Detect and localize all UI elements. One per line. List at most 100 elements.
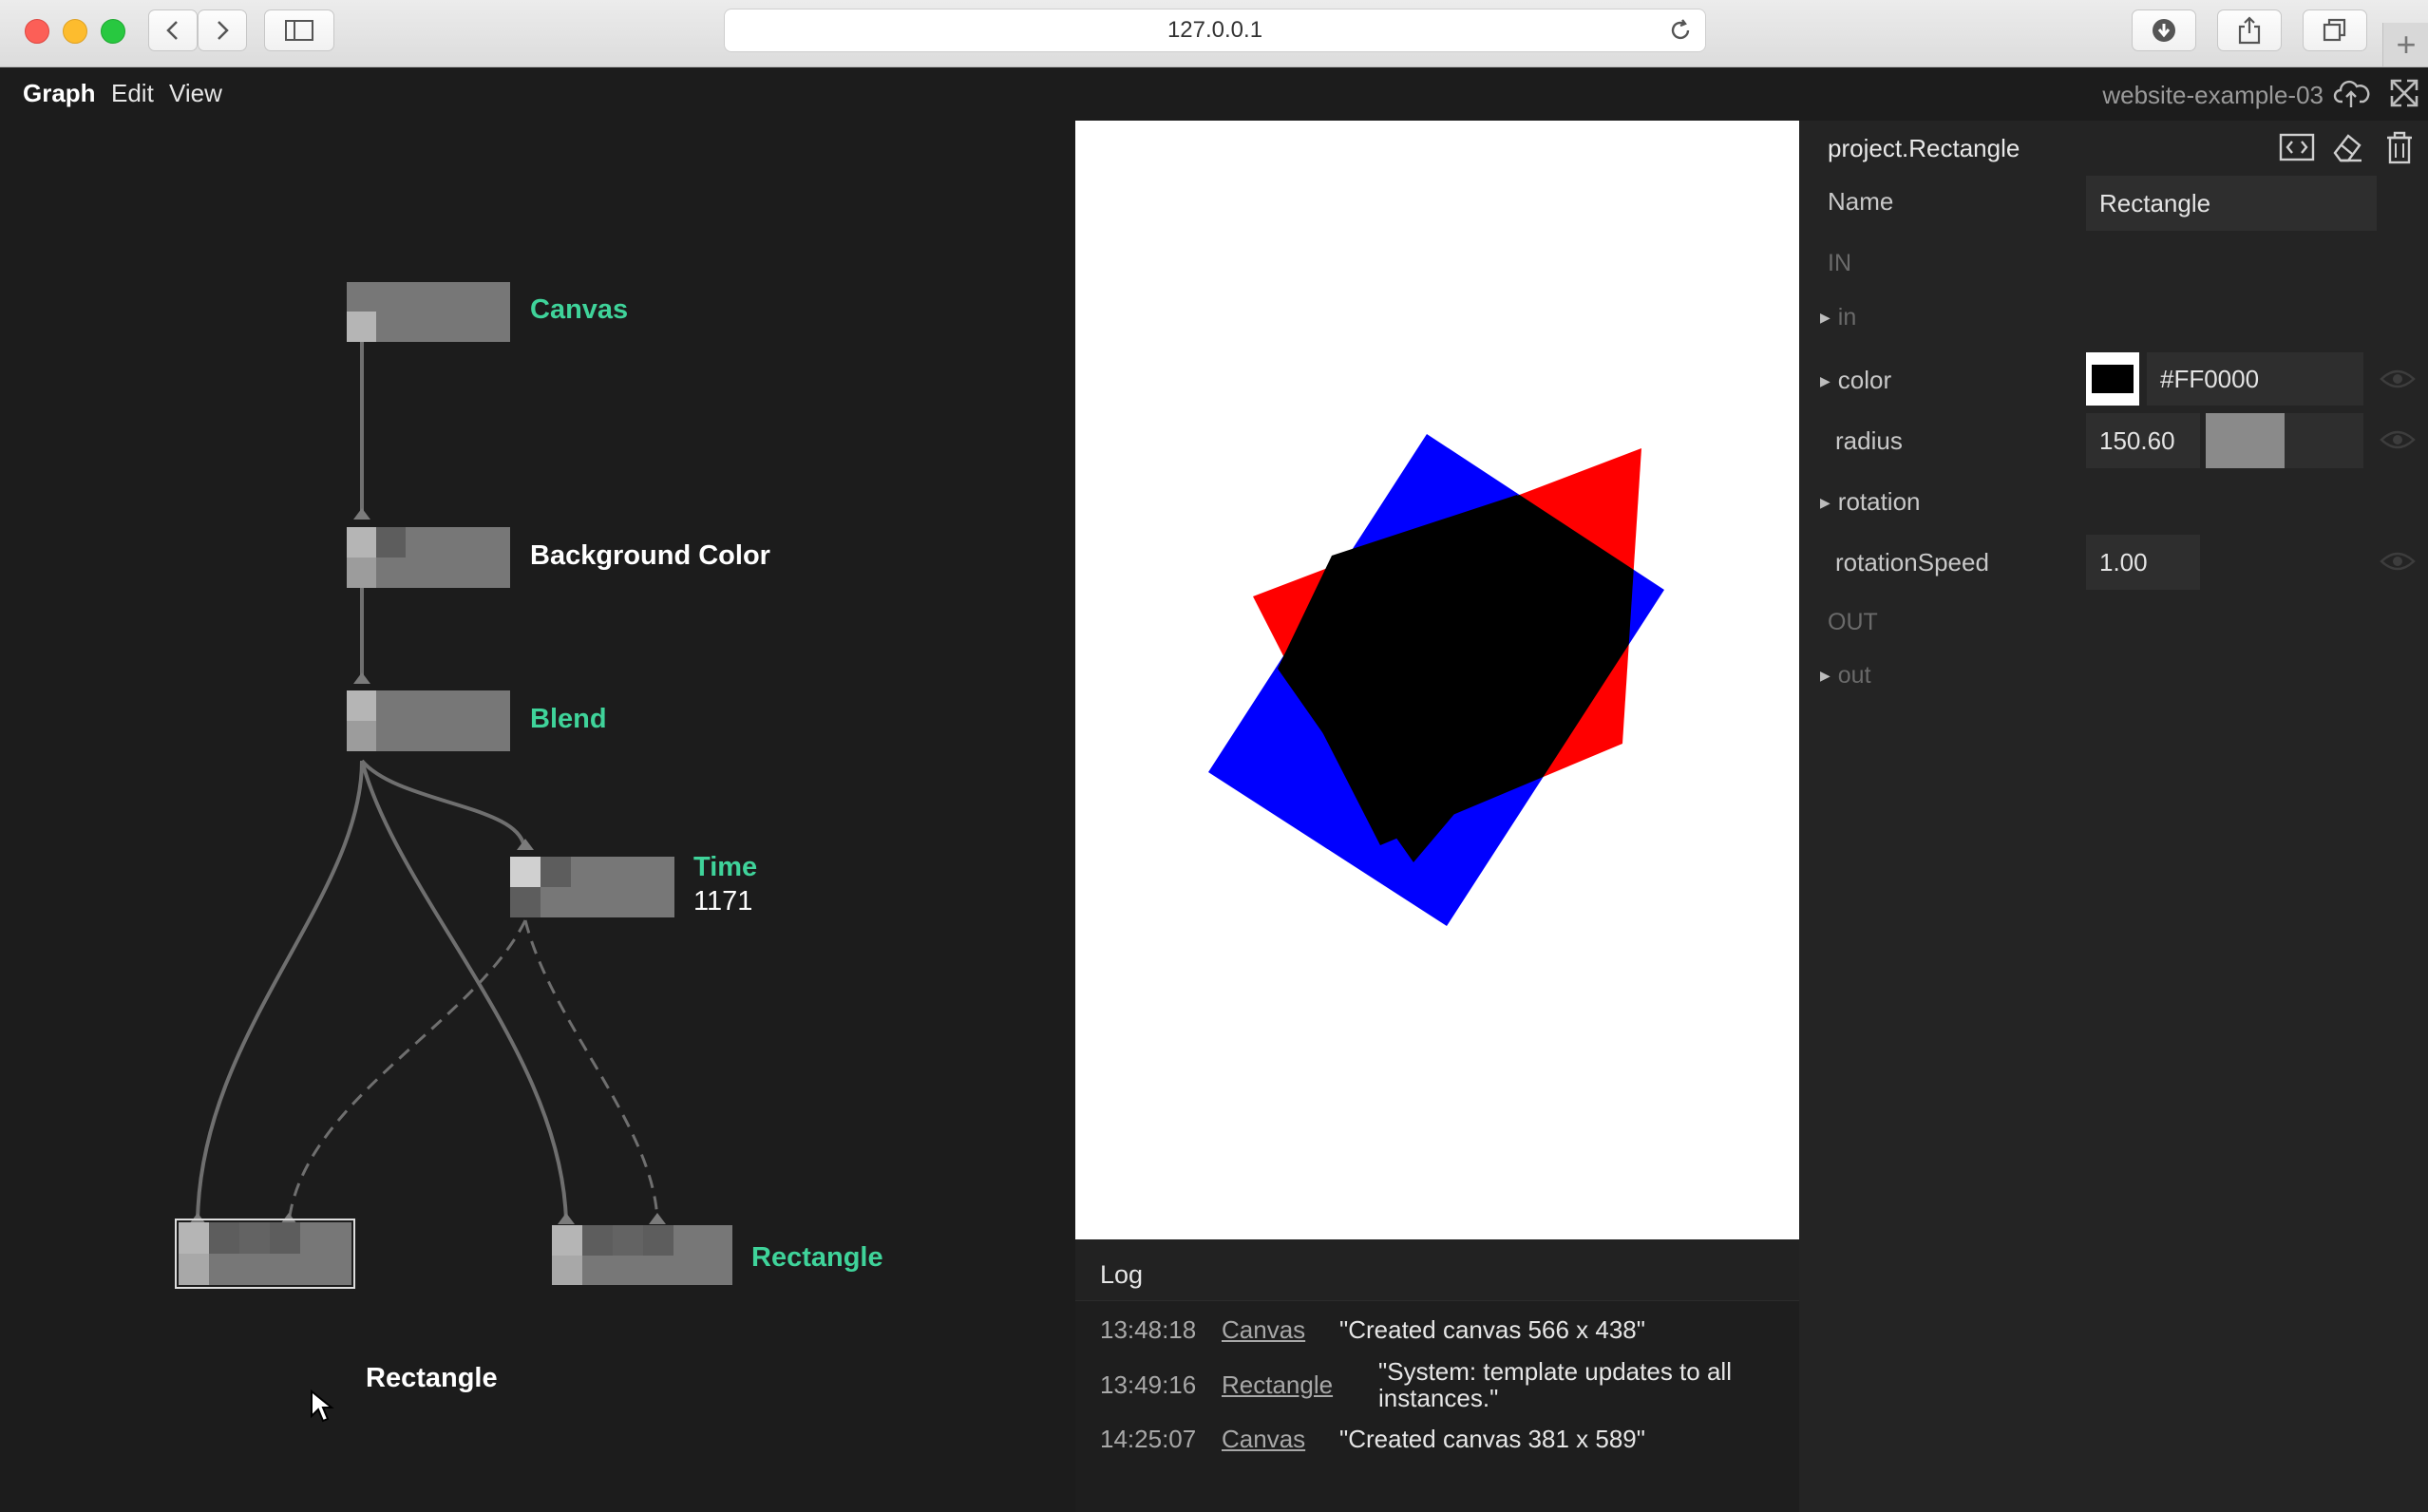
- node-rectangle[interactable]: [552, 1225, 732, 1285]
- menu-graph[interactable]: Graph: [23, 79, 96, 108]
- node-rectangle-selected[interactable]: [175, 1219, 355, 1289]
- in-port-row[interactable]: ▶ in: [1820, 304, 1856, 331]
- menu-edit[interactable]: Edit: [111, 79, 154, 108]
- node-time[interactable]: [510, 857, 674, 917]
- connection-time-rectangle-2: [523, 919, 659, 1223]
- zoom-window-button[interactable]: [101, 19, 125, 44]
- new-tab-button[interactable]: +: [2382, 23, 2428, 66]
- fullscreen-icon[interactable]: [2388, 77, 2420, 109]
- download-icon: [2153, 19, 2175, 42]
- back-icon: [166, 21, 178, 40]
- visibility-eye-icon[interactable]: [2379, 426, 2417, 453]
- node-input-port[interactable]: [179, 1222, 209, 1254]
- radius-label: radius: [1835, 426, 1903, 455]
- log-header: Log: [1075, 1239, 1799, 1301]
- node-label-time: Time: [693, 852, 758, 882]
- node-output-port[interactable]: [347, 312, 376, 342]
- tabs-overview-button[interactable]: [2303, 9, 2367, 51]
- node-input-port[interactable]: [552, 1225, 582, 1256]
- node-input-port[interactable]: [613, 1225, 643, 1256]
- node-input-port[interactable]: [239, 1222, 270, 1254]
- close-window-button[interactable]: [25, 19, 49, 44]
- forward-button[interactable]: [198, 9, 247, 51]
- node-output-port[interactable]: [179, 1254, 209, 1285]
- node-output-port[interactable]: [347, 721, 376, 751]
- node-input-port[interactable]: [347, 527, 376, 558]
- node-label-canvas: Canvas: [530, 294, 629, 325]
- node-output-port[interactable]: [347, 558, 376, 588]
- minimize-window-button[interactable]: [63, 19, 87, 44]
- port-arrow: [649, 1213, 666, 1224]
- visibility-eye-icon[interactable]: [2379, 366, 2417, 392]
- menu-view[interactable]: View: [169, 79, 222, 108]
- port-arrow: [353, 508, 370, 520]
- node-input-port[interactable]: [643, 1225, 673, 1256]
- visibility-eye-icon[interactable]: [2379, 548, 2417, 575]
- new-tab-icon: +: [2396, 25, 2417, 64]
- out-section-label: OUT: [1828, 609, 1878, 635]
- node-input-port[interactable]: [347, 690, 376, 721]
- rotation-label: rotation: [1837, 487, 1921, 516]
- out-port-row[interactable]: ▶ out: [1820, 662, 1871, 690]
- color-hex-value: #FF0000: [2160, 364, 2260, 393]
- log-title: Log: [1100, 1260, 1144, 1289]
- log-entry-source-link[interactable]: Canvas: [1222, 1315, 1305, 1345]
- reload-icon[interactable]: [1667, 17, 1694, 44]
- radius-field[interactable]: 150.60: [2086, 413, 2200, 468]
- inspector-panel: project.Rectangle Name Rectangle IN ▶ in …: [1799, 121, 2428, 1512]
- address-bar[interactable]: 127.0.0.1: [724, 9, 1706, 52]
- tabs-icon: [2323, 18, 2346, 42]
- color-hex-field[interactable]: #FF0000: [2147, 352, 2363, 406]
- node-label-rectangle-2: Rectangle: [751, 1242, 883, 1273]
- back-button[interactable]: [148, 9, 198, 51]
- node-output-port[interactable]: [552, 1256, 582, 1285]
- log-entry-source-link[interactable]: Rectangle: [1222, 1370, 1333, 1400]
- node-input-port[interactable]: [270, 1222, 300, 1254]
- eraser-icon[interactable]: [2329, 130, 2363, 164]
- share-button[interactable]: [2217, 9, 2282, 51]
- radius-slider[interactable]: [2206, 413, 2363, 468]
- trash-icon[interactable]: [2384, 130, 2415, 164]
- share-icon: [2238, 16, 2261, 45]
- cloud-upload-icon[interactable]: [2333, 77, 2371, 109]
- browser-toolbar: 127.0.0.1 +: [0, 0, 2428, 67]
- connection-blend-rectangle-1: [196, 760, 364, 1223]
- inspector-title: project.Rectangle: [1828, 134, 2020, 162]
- node-input-port[interactable]: [376, 527, 406, 558]
- output-canvas[interactable]: [1075, 121, 1799, 1239]
- node-background-color[interactable]: [347, 527, 510, 588]
- name-field[interactable]: Rectangle: [2086, 176, 2377, 231]
- node-input-port[interactable]: [510, 857, 541, 887]
- expand-triangle-icon: ▶: [1820, 495, 1830, 510]
- output-drawing: [1208, 434, 1664, 926]
- node-blend[interactable]: [347, 690, 510, 751]
- color-swatch[interactable]: [2086, 352, 2139, 406]
- code-icon[interactable]: [2278, 130, 2316, 164]
- node-canvas[interactable]: [347, 282, 510, 342]
- log-entry-message: "Created canvas 381 x 589": [1339, 1425, 1645, 1453]
- rotation-speed-field[interactable]: 1.00: [2086, 535, 2200, 590]
- color-row[interactable]: ▶ color: [1820, 366, 1891, 395]
- url-text: 127.0.0.1: [1167, 17, 1263, 43]
- log-entry-source-link[interactable]: Canvas: [1222, 1425, 1305, 1454]
- log-panel: Log 13:48:18 Canvas "Created canvas 566 …: [1075, 1239, 1799, 1512]
- graph-editor[interactable]: Canvas Background Color Blend Time 1171 …: [0, 121, 1075, 1512]
- log-entry-message: "System: template updates to all instanc…: [1378, 1357, 1732, 1412]
- node-input-port[interactable]: [541, 857, 571, 887]
- mouse-cursor-icon: [311, 1389, 334, 1423]
- rotation-row[interactable]: ▶ rotation: [1820, 487, 1921, 517]
- node-input-port[interactable]: [582, 1225, 613, 1256]
- connection-blend-time: [360, 759, 526, 851]
- sidebar-button[interactable]: [264, 9, 334, 51]
- node-label-blend: Blend: [530, 704, 607, 734]
- out-port-label: out: [1837, 662, 1871, 689]
- node-output-port[interactable]: [510, 887, 541, 917]
- port-arrow: [353, 672, 370, 684]
- downloads-button[interactable]: [2132, 9, 2196, 51]
- in-section-label: IN: [1828, 250, 1851, 276]
- node-input-port[interactable]: [209, 1222, 239, 1254]
- connection-time-rectangle-1: [287, 919, 527, 1223]
- log-entry-time: 13:49:16: [1100, 1370, 1197, 1399]
- name-value: Rectangle: [2099, 188, 2211, 217]
- forward-icon: [218, 21, 229, 40]
